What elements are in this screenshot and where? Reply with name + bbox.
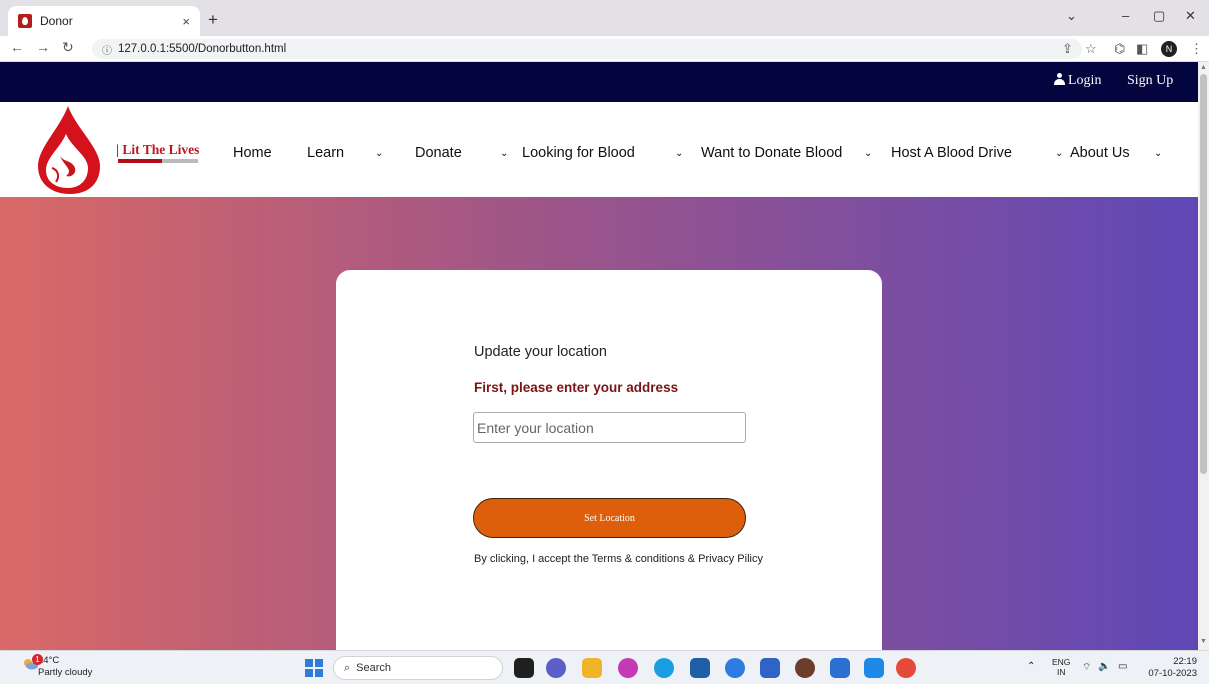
want-chevron-down-icon[interactable]: ⌄: [864, 148, 872, 159]
browser-tab-bar: Donor × + ⌄ – ▢ ✕: [0, 0, 1209, 36]
browser-toolbar: ← → ↻ ⓘ 127.0.0.1:5500/Donorbutton.html …: [0, 36, 1209, 62]
app-icon-3[interactable]: [795, 658, 815, 678]
file-explorer-icon[interactable]: [582, 658, 602, 678]
card-subheading: First, please enter your address: [474, 380, 679, 395]
back-arrow-icon[interactable]: ←: [10, 39, 24, 55]
nav-host-blood-drive[interactable]: Host A Blood Drive: [891, 145, 1012, 161]
minimize-button[interactable]: –: [1122, 8, 1129, 23]
looking-chevron-down-icon[interactable]: ⌄: [675, 148, 683, 159]
edge-icon[interactable]: [654, 658, 674, 678]
browser-tab[interactable]: Donor ×: [8, 6, 200, 36]
hero-gradient-section: Update your location First, please enter…: [0, 197, 1198, 650]
vscode-icon[interactable]: [864, 658, 884, 678]
taskbar-search[interactable]: ⌕ Search: [333, 656, 503, 680]
set-location-button[interactable]: Set Location: [473, 498, 746, 538]
weather-condition: Partly cloudy: [38, 667, 93, 678]
new-tab-button[interactable]: +: [208, 10, 218, 30]
weather-widget[interactable]: 1 24°C Partly cloudy: [22, 654, 93, 679]
top-utility-bar: Login Sign Up: [0, 62, 1198, 102]
site-info-icon[interactable]: ⓘ: [102, 42, 112, 57]
bookmark-star-icon[interactable]: ☆: [1085, 41, 1097, 57]
taskbar-clock[interactable]: 22:19 07-10-2023: [1145, 656, 1197, 680]
signup-link[interactable]: Sign Up: [1127, 73, 1173, 89]
nav-want-to-donate[interactable]: Want to Donate Blood: [701, 145, 842, 161]
url-text: 127.0.0.1:5500/Donorbutton.html: [118, 43, 287, 55]
card-heading: Update your location: [474, 344, 607, 360]
page-scrollbar[interactable]: ▲ ▼: [1198, 62, 1209, 650]
language-indicator[interactable]: ENG IN: [1052, 657, 1070, 677]
reload-icon[interactable]: ↻: [62, 39, 74, 56]
about-chevron-down-icon[interactable]: ⌄: [1154, 148, 1162, 159]
app-icon[interactable]: [725, 658, 745, 678]
windows-start-icon[interactable]: [305, 659, 323, 677]
brand-name[interactable]: | Lit The Lives: [116, 142, 199, 158]
tray-chevron-up-icon[interactable]: ⌃: [1027, 661, 1035, 672]
weather-badge: 1: [32, 654, 43, 665]
scroll-up-arrow-icon[interactable]: ▲: [1200, 64, 1207, 71]
scroll-down-arrow-icon[interactable]: ▼: [1200, 638, 1207, 645]
copilot-icon[interactable]: [618, 658, 638, 678]
address-bar[interactable]: ⓘ 127.0.0.1:5500/Donorbutton.html: [92, 39, 1082, 59]
nav-looking-for-blood[interactable]: Looking for Blood: [522, 145, 635, 161]
nav-home[interactable]: Home: [233, 145, 272, 161]
browser-menu-icon[interactable]: ⋮: [1190, 41, 1203, 57]
user-icon: [1054, 73, 1065, 85]
location-input[interactable]: [473, 412, 746, 443]
login-link[interactable]: Login: [1054, 73, 1101, 89]
battery-icon[interactable]: ▭: [1118, 661, 1127, 672]
side-panel-icon[interactable]: ◧: [1136, 41, 1148, 57]
app-icon-2[interactable]: [760, 658, 780, 678]
profile-avatar[interactable]: N: [1161, 41, 1177, 57]
tab-title: Donor: [40, 14, 73, 28]
nav-learn[interactable]: Learn: [307, 145, 344, 161]
taskbar-search-label: Search: [356, 662, 392, 674]
blood-drop-logo-icon[interactable]: [30, 104, 110, 196]
tab-close-icon[interactable]: ×: [182, 14, 190, 29]
host-chevron-down-icon[interactable]: ⌄: [1055, 148, 1063, 159]
main-navbar: | Lit The Lives Home Learn ⌄ Donate ⌄ Lo…: [0, 102, 1198, 197]
store-icon[interactable]: [690, 658, 710, 678]
forward-arrow-icon[interactable]: →: [36, 39, 50, 55]
nav-donate[interactable]: Donate: [415, 145, 462, 161]
brand-underline: [118, 159, 198, 163]
scroll-thumb[interactable]: [1200, 74, 1207, 474]
site-favicon-icon: [18, 14, 32, 28]
location-card: Update your location First, please enter…: [336, 270, 882, 650]
chat-icon[interactable]: [546, 658, 566, 678]
share-icon[interactable]: ⇪: [1062, 41, 1073, 57]
window-close-button[interactable]: ✕: [1185, 8, 1196, 24]
app-icon-4[interactable]: [830, 658, 850, 678]
search-icon: ⌕: [344, 661, 351, 674]
web-page: Login Sign Up | Lit The Lives Home Learn…: [0, 62, 1198, 650]
task-view-icon[interactable]: [514, 658, 534, 678]
terms-text: By clicking, I accept the Terms & condit…: [474, 553, 763, 565]
wifi-icon[interactable]: ⌔: [1082, 661, 1091, 674]
extensions-icon[interactable]: ⌬: [1114, 41, 1125, 57]
chrome-icon[interactable]: [896, 658, 916, 678]
donate-chevron-down-icon[interactable]: ⌄: [500, 148, 508, 159]
os-taskbar: 1 24°C Partly cloudy ⌕ Search ⌃ ENG IN ⌔…: [0, 650, 1209, 684]
volume-icon[interactable]: 🔈: [1098, 661, 1110, 672]
learn-chevron-down-icon[interactable]: ⌄: [375, 148, 383, 159]
restore-button[interactable]: ▢: [1153, 8, 1165, 24]
nav-about-us[interactable]: About Us: [1070, 145, 1130, 161]
tab-search-icon[interactable]: ⌄: [1066, 8, 1077, 24]
